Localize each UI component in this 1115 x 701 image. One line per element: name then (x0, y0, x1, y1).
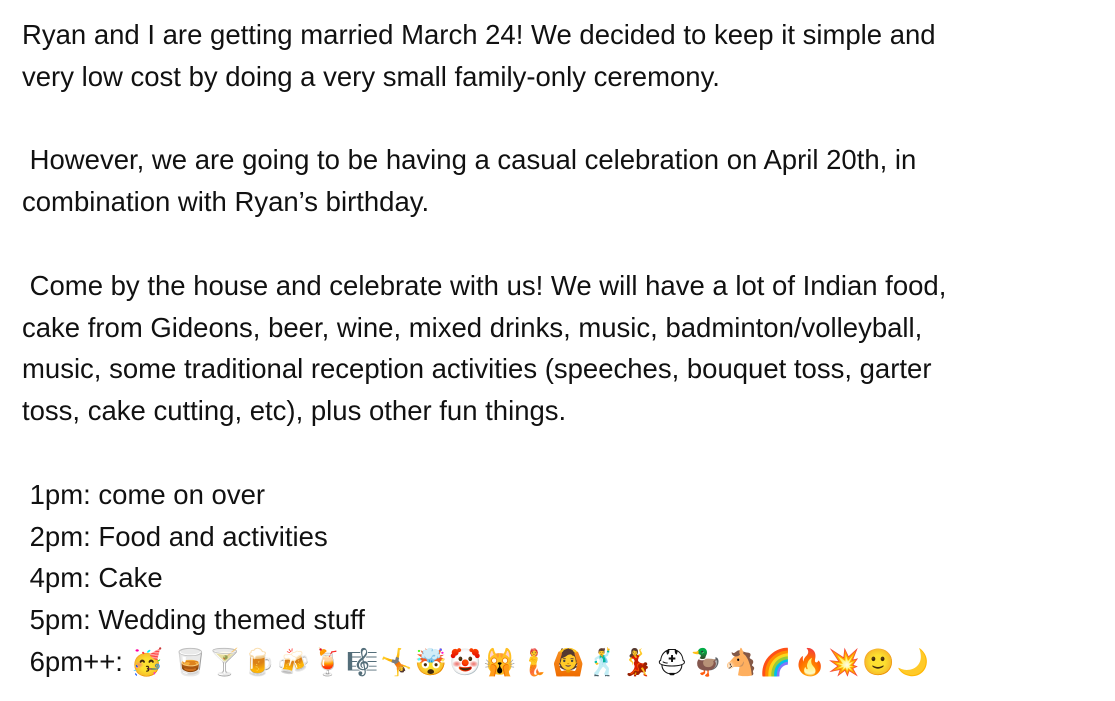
schedule-item-6pm: 6pm++: 🥳 🥃🍸🍺🍻🍹🎼🤸🤯🤡🙀🧜🙆🕺💃⛑🦆🐴🌈🔥💥🙂🌙 (22, 641, 1102, 683)
schedule: 1pm: come on over 2pm: Food and activiti… (22, 474, 1102, 683)
text-line: combination with Ryan’s birthday. (22, 186, 430, 218)
paragraph-announcement: Ryan and I are getting married March 24!… (22, 14, 1102, 98)
text-line: cake from Gideons, beer, wine, mixed dri… (22, 311, 923, 343)
paragraph-details: Come by the house and celebrate with us!… (22, 265, 1102, 432)
document-body: Ryan and I are getting married March 24!… (22, 14, 1102, 683)
text-line: However, we are going to be having a cas… (22, 144, 917, 176)
schedule-label: 6pm++: (22, 645, 131, 677)
schedule-item: 4pm: Cake (22, 562, 163, 594)
text-line: Come by the house and celebrate with us!… (22, 269, 947, 301)
text-line: toss, cake cutting, etc), plus other fun… (22, 395, 567, 427)
schedule-item: 1pm: come on over (22, 478, 266, 510)
party-emojis: 🥳 🥃🍸🍺🍻🍹🎼🤸🤯🤡🙀🧜🙆🕺💃⛑🦆🐴🌈🔥💥🙂🌙 (130, 646, 931, 677)
text-line: music, some traditional reception activi… (22, 353, 932, 385)
paragraph-celebration: However, we are going to be having a cas… (22, 139, 1102, 223)
text-line: very low cost by doing a very small fami… (22, 60, 720, 92)
text-line: Ryan and I are getting married March 24!… (22, 19, 936, 50)
schedule-item: 5pm: Wedding themed stuff (22, 604, 365, 636)
schedule-item: 2pm: Food and activities (22, 520, 328, 552)
